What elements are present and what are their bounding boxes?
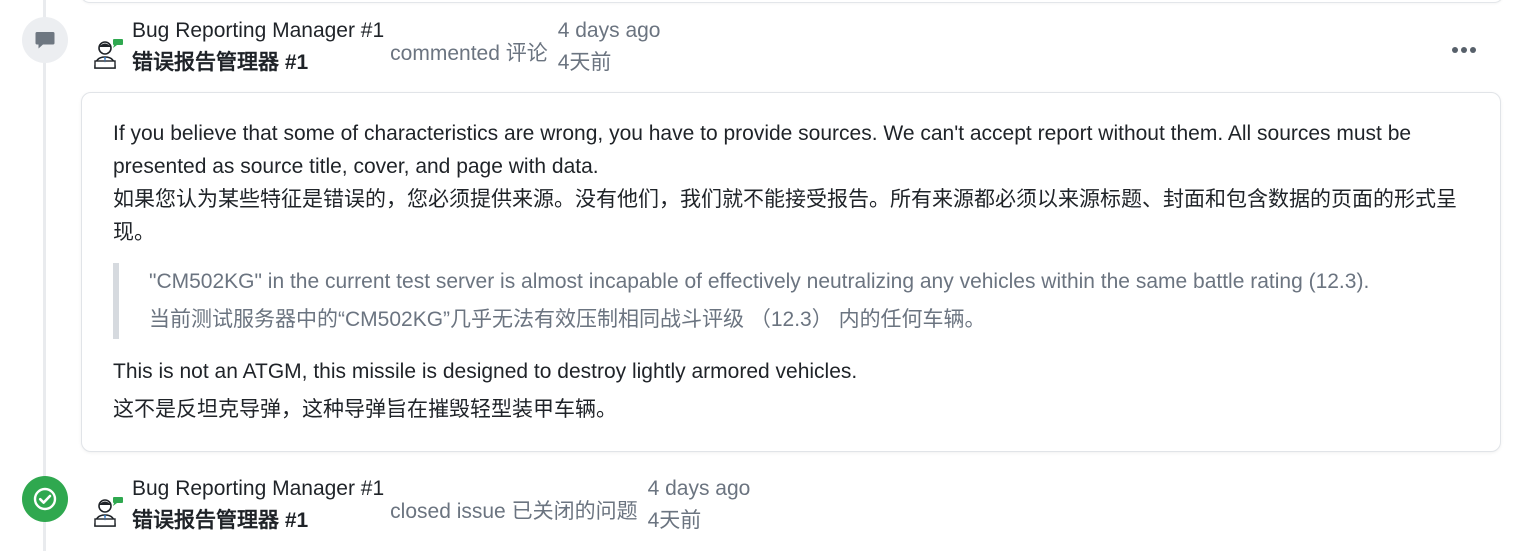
- comment-card: If you believe that some of characterist…: [81, 92, 1501, 452]
- closed-header: Bug Reporting Manager #1 错误报告管理器 #1 clos…: [132, 473, 750, 537]
- author-name-zh[interactable]: 错误报告管理器 #1: [132, 47, 384, 79]
- timeline-line: [43, 0, 46, 551]
- timestamp-en[interactable]: 4 days ago: [648, 473, 751, 505]
- author-name-en[interactable]: Bug Reporting Manager #1: [132, 15, 384, 47]
- comment-paragraph-en: If you believe that some of characterist…: [113, 122, 1412, 178]
- issue-timeline: Bug Reporting Manager #1 错误报告管理器 #1 comm…: [0, 0, 1515, 551]
- author-name[interactable]: Bug Reporting Manager #1 错误报告管理器 #1: [132, 15, 384, 79]
- timestamp-zh[interactable]: 4天前: [648, 505, 751, 537]
- blockquote: "CM502KG" in the current test server is …: [113, 263, 1473, 339]
- timestamp[interactable]: 4 days ago 4天前: [558, 15, 661, 79]
- action-text: commented 评论: [390, 42, 548, 65]
- author-avatar[interactable]: [92, 38, 124, 70]
- quote-en: "CM502KG" in the current test server is …: [149, 270, 1370, 293]
- comment-body: If you believe that some of characterist…: [113, 117, 1473, 429]
- timestamp-en[interactable]: 4 days ago: [558, 15, 661, 47]
- comment-header: Bug Reporting Manager #1 错误报告管理器 #1 comm…: [132, 15, 660, 79]
- author-name[interactable]: Bug Reporting Manager #1 错误报告管理器 #1: [132, 473, 384, 537]
- author-name-zh[interactable]: 错误报告管理器 #1: [132, 505, 384, 537]
- more-options-icon: [1452, 47, 1476, 53]
- timestamp[interactable]: 4 days ago 4天前: [648, 473, 751, 537]
- check-circle-icon: [33, 487, 57, 511]
- author-avatar[interactable]: [92, 496, 124, 528]
- author-name-en[interactable]: Bug Reporting Manager #1: [132, 473, 384, 505]
- action-text: closed issue 已关闭的问题: [390, 500, 638, 523]
- previous-card-edge: [80, 0, 1504, 3]
- comment-icon: [35, 32, 55, 49]
- comment-badge: [22, 17, 68, 63]
- comment-paragraph2-zh: 这不是反坦克导弹，这种导弹旨在摧毁轻型装甲车辆。: [113, 398, 617, 421]
- comment-paragraph-zh: 如果您认为某些特征是错误的，您必须提供来源。没有他们，我们就不能接受报告。所有来…: [113, 188, 1457, 244]
- comment-paragraph2-en: This is not an ATGM, this missile is des…: [113, 360, 858, 383]
- timestamp-zh[interactable]: 4天前: [558, 47, 661, 79]
- more-options-button[interactable]: [1446, 36, 1482, 64]
- closed-badge: [22, 476, 68, 522]
- quote-zh: 当前测试服务器中的“CM502KG”几乎无法有效压制相同战斗评级 （12.3） …: [149, 308, 986, 331]
